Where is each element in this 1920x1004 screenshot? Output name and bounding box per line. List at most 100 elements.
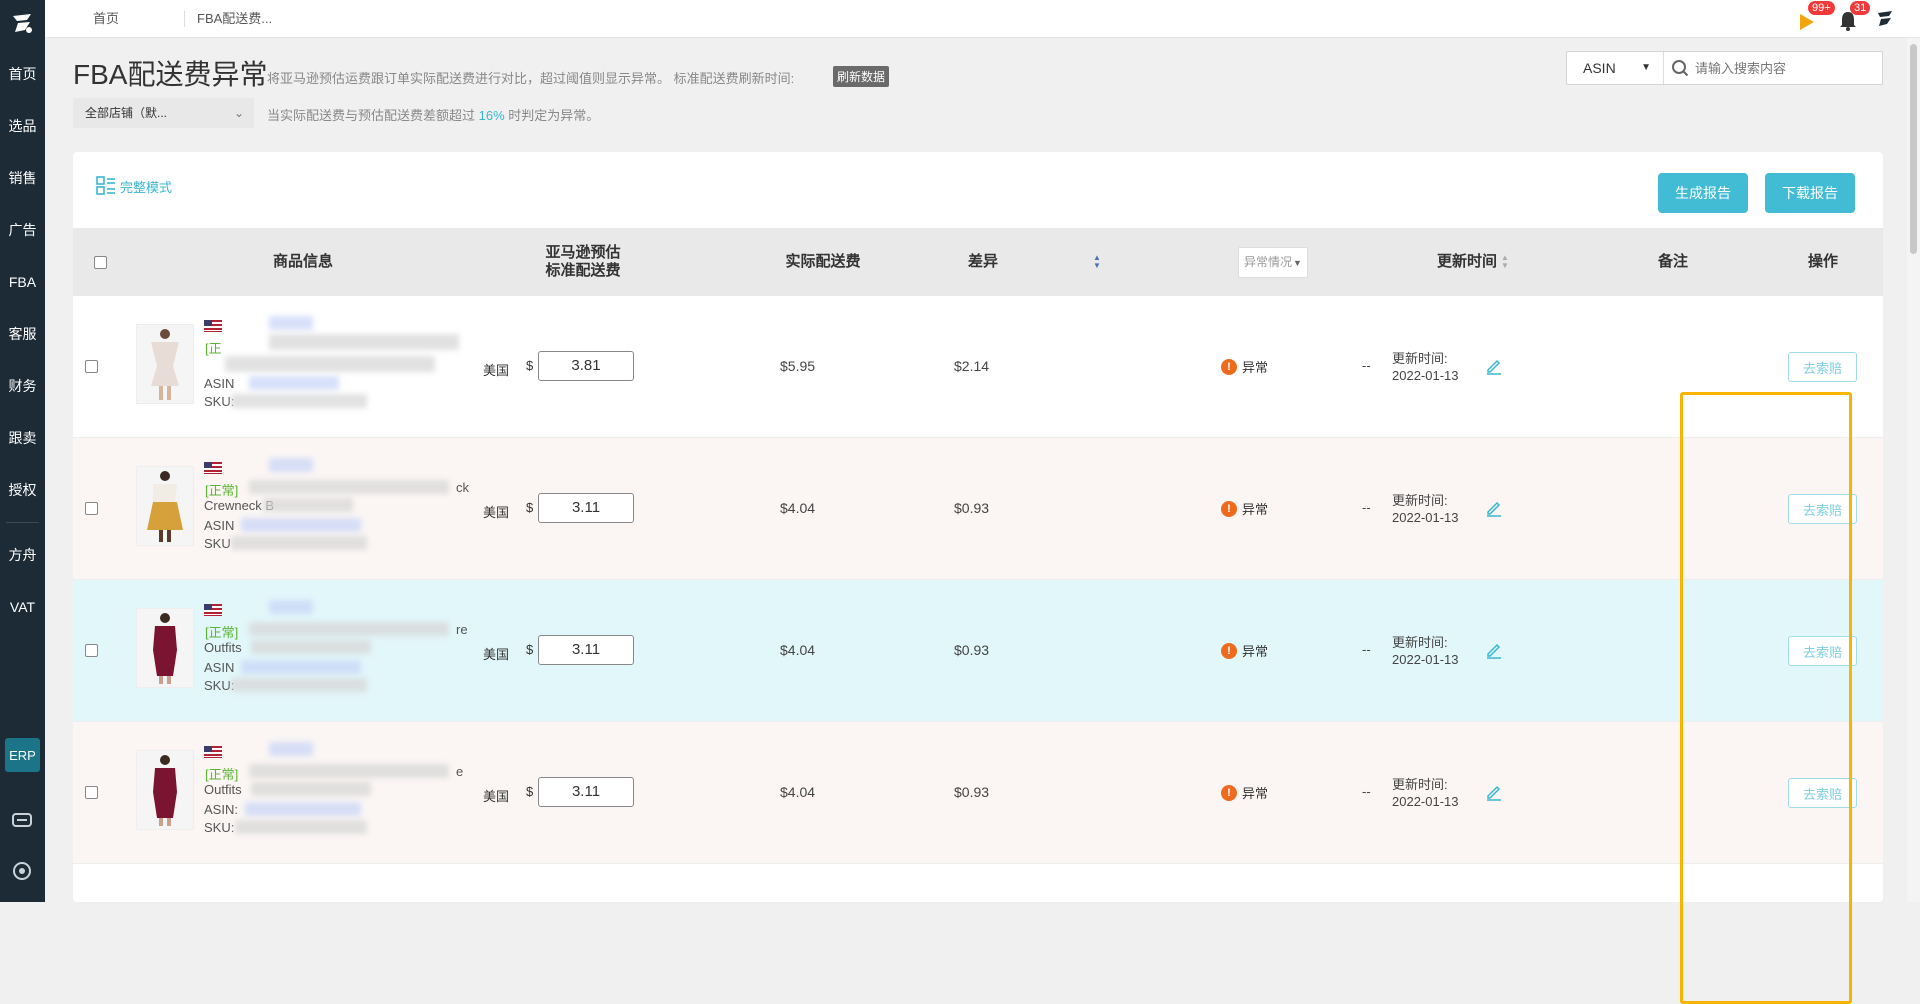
search-input[interactable]: [1695, 52, 1880, 84]
sidebar-item-erp[interactable]: ERP: [5, 738, 40, 772]
col-update-time[interactable]: 更新时间 ▲ ▼: [1403, 228, 1543, 296]
col-product-info: 商品信息: [272, 253, 333, 270]
actual-fee: $4.04: [780, 642, 816, 658]
blurred-title: [269, 742, 313, 756]
search-type-select[interactable]: ASIN ▼: [1567, 52, 1664, 84]
abnormal-filter-label: 异常情况: [1244, 254, 1293, 269]
currency-symbol: $: [526, 642, 534, 657]
est-fee-input[interactable]: 3.11: [538, 635, 634, 665]
scrollbar-thumb[interactable]: [1910, 44, 1917, 254]
page-title: FBA配送费异常: [73, 59, 268, 90]
update-label: 更新时间:: [1392, 493, 1448, 508]
product-image[interactable]: [136, 466, 194, 546]
row-checkbox[interactable]: [85, 360, 98, 376]
marketplace: 美国: [483, 647, 510, 662]
logo-icon: [12, 14, 32, 33]
claim-button[interactable]: 去索赔: [1788, 494, 1857, 524]
sidebar-item-finance[interactable]: 财务: [0, 360, 45, 412]
col-note: 备注: [1658, 253, 1689, 270]
edit-icon[interactable]: [1484, 498, 1504, 518]
download-report-button[interactable]: 下载报告: [1765, 173, 1855, 213]
full-mode-toggle[interactable]: 完整模式: [96, 176, 172, 196]
listing-status: [正常]: [205, 767, 239, 782]
store-select[interactable]: 全部店铺（默... ⌄: [73, 98, 254, 128]
sidebar-item-auth[interactable]: 授权: [0, 464, 45, 516]
help-icon[interactable]: [11, 860, 33, 882]
blurred-title: [225, 356, 435, 372]
sidebar-item-follow-sell[interactable]: 跟卖: [0, 412, 45, 464]
table-row: [正 ASIN SKU: 美国 $ 3.81 $5.95 $2.14 ! 异常 更…: [73, 296, 1883, 438]
sidebar-item-vat[interactable]: VAT: [0, 581, 45, 633]
threshold-percent[interactable]: 16%: [479, 108, 505, 123]
table-row: [正常] re Outfits ASIN SKU: 美国 $ 3.11 $4.0…: [73, 580, 1883, 722]
sidebar-item-fba[interactable]: FBA: [0, 256, 45, 308]
currency-symbol: $: [526, 358, 534, 373]
select-all-checkbox[interactable]: [85, 228, 115, 296]
product-image[interactable]: [136, 324, 194, 404]
notification-button[interactable]: 31: [1836, 1, 1871, 34]
sidebar-item-selection[interactable]: 选品: [0, 100, 45, 152]
sidebar-item-sales[interactable]: 销售: [0, 152, 45, 204]
sidebar-divider: [6, 522, 39, 523]
abnormal-status: ! 异常: [1221, 641, 1268, 660]
row-checkbox[interactable]: [85, 644, 98, 660]
announcement-button[interactable]: 99+: [1798, 1, 1835, 34]
tab-home[interactable]: 首页: [93, 0, 119, 38]
us-flag-icon: [204, 746, 222, 758]
update-label: 更新时间:: [1392, 777, 1448, 792]
sku-label: SKU: [204, 536, 231, 551]
caret-down-icon: ▼: [1641, 62, 1651, 73]
tab-fba-fee[interactable]: FBA配送费...: [197, 0, 272, 38]
chat-icon[interactable]: [11, 810, 33, 832]
fee-diff: $2.14: [954, 358, 990, 374]
abnormal-status: ! 异常: [1221, 357, 1268, 376]
sort-icon: ▲ ▼: [1093, 253, 1101, 270]
asin-label: ASIN: [204, 518, 235, 533]
blurred-title: [269, 600, 313, 614]
generate-report-button[interactable]: 生成报告: [1658, 173, 1748, 213]
col-est-fee-line1: 亚马逊预估: [545, 244, 621, 261]
hint-suffix: 时判定为异常。: [508, 108, 600, 123]
sidebar-item-home[interactable]: 首页: [0, 48, 45, 100]
row-checkbox[interactable]: [85, 786, 98, 802]
actual-fee: $5.95: [780, 358, 816, 374]
blurred-title: [269, 316, 313, 330]
listing-status: [正常]: [205, 483, 239, 498]
edit-icon[interactable]: [1484, 356, 1504, 376]
claim-button[interactable]: 去索赔: [1788, 636, 1857, 666]
app-logo[interactable]: [0, 0, 45, 48]
topbar-actions: 99+ 31: [1798, 1, 1898, 34]
sidebar-item-ark[interactable]: 方舟: [0, 529, 45, 581]
sidebar-item-service[interactable]: 客服: [0, 308, 45, 360]
edit-icon[interactable]: [1484, 640, 1504, 660]
sidebar-item-ads[interactable]: 广告: [0, 204, 45, 256]
est-fee-input[interactable]: 3.11: [538, 777, 634, 807]
abnormal-filter-select[interactable]: 异常情况▼: [1238, 246, 1308, 278]
edit-icon[interactable]: [1484, 782, 1504, 802]
page-scrollbar[interactable]: [1907, 38, 1920, 902]
update-date: 2022-01-13: [1392, 794, 1459, 809]
user-avatar[interactable]: [1874, 8, 1898, 32]
actual-fee: $4.04: [780, 784, 816, 800]
col-action: 操作: [1807, 253, 1838, 270]
fee-diff: $0.93: [954, 500, 990, 516]
claim-button[interactable]: 去索赔: [1788, 778, 1857, 808]
warning-icon: !: [1221, 358, 1237, 375]
est-fee-input[interactable]: 3.11: [538, 493, 634, 523]
blurred-title: [251, 640, 371, 654]
blurred-title: [249, 764, 449, 778]
est-fee-input[interactable]: 3.81: [538, 351, 634, 381]
update-time: 更新时间: 2022-01-13: [1392, 350, 1459, 384]
fee-diff: $0.93: [954, 642, 990, 658]
product-image[interactable]: [136, 608, 194, 688]
refresh-data-button[interactable]: 刷新数据: [833, 66, 890, 87]
store-select-value: 全部店铺（默...: [85, 106, 168, 120]
update-label: 更新时间:: [1392, 635, 1448, 650]
blurred-asin: [245, 802, 361, 816]
product-image[interactable]: [136, 750, 194, 830]
row-checkbox[interactable]: [85, 502, 98, 518]
claim-button[interactable]: 去索赔: [1788, 352, 1857, 382]
blurred-title: [251, 782, 371, 796]
diff-sort-button[interactable]: ▲ ▼: [1085, 228, 1105, 296]
avatar-icon: [1878, 11, 1892, 26]
